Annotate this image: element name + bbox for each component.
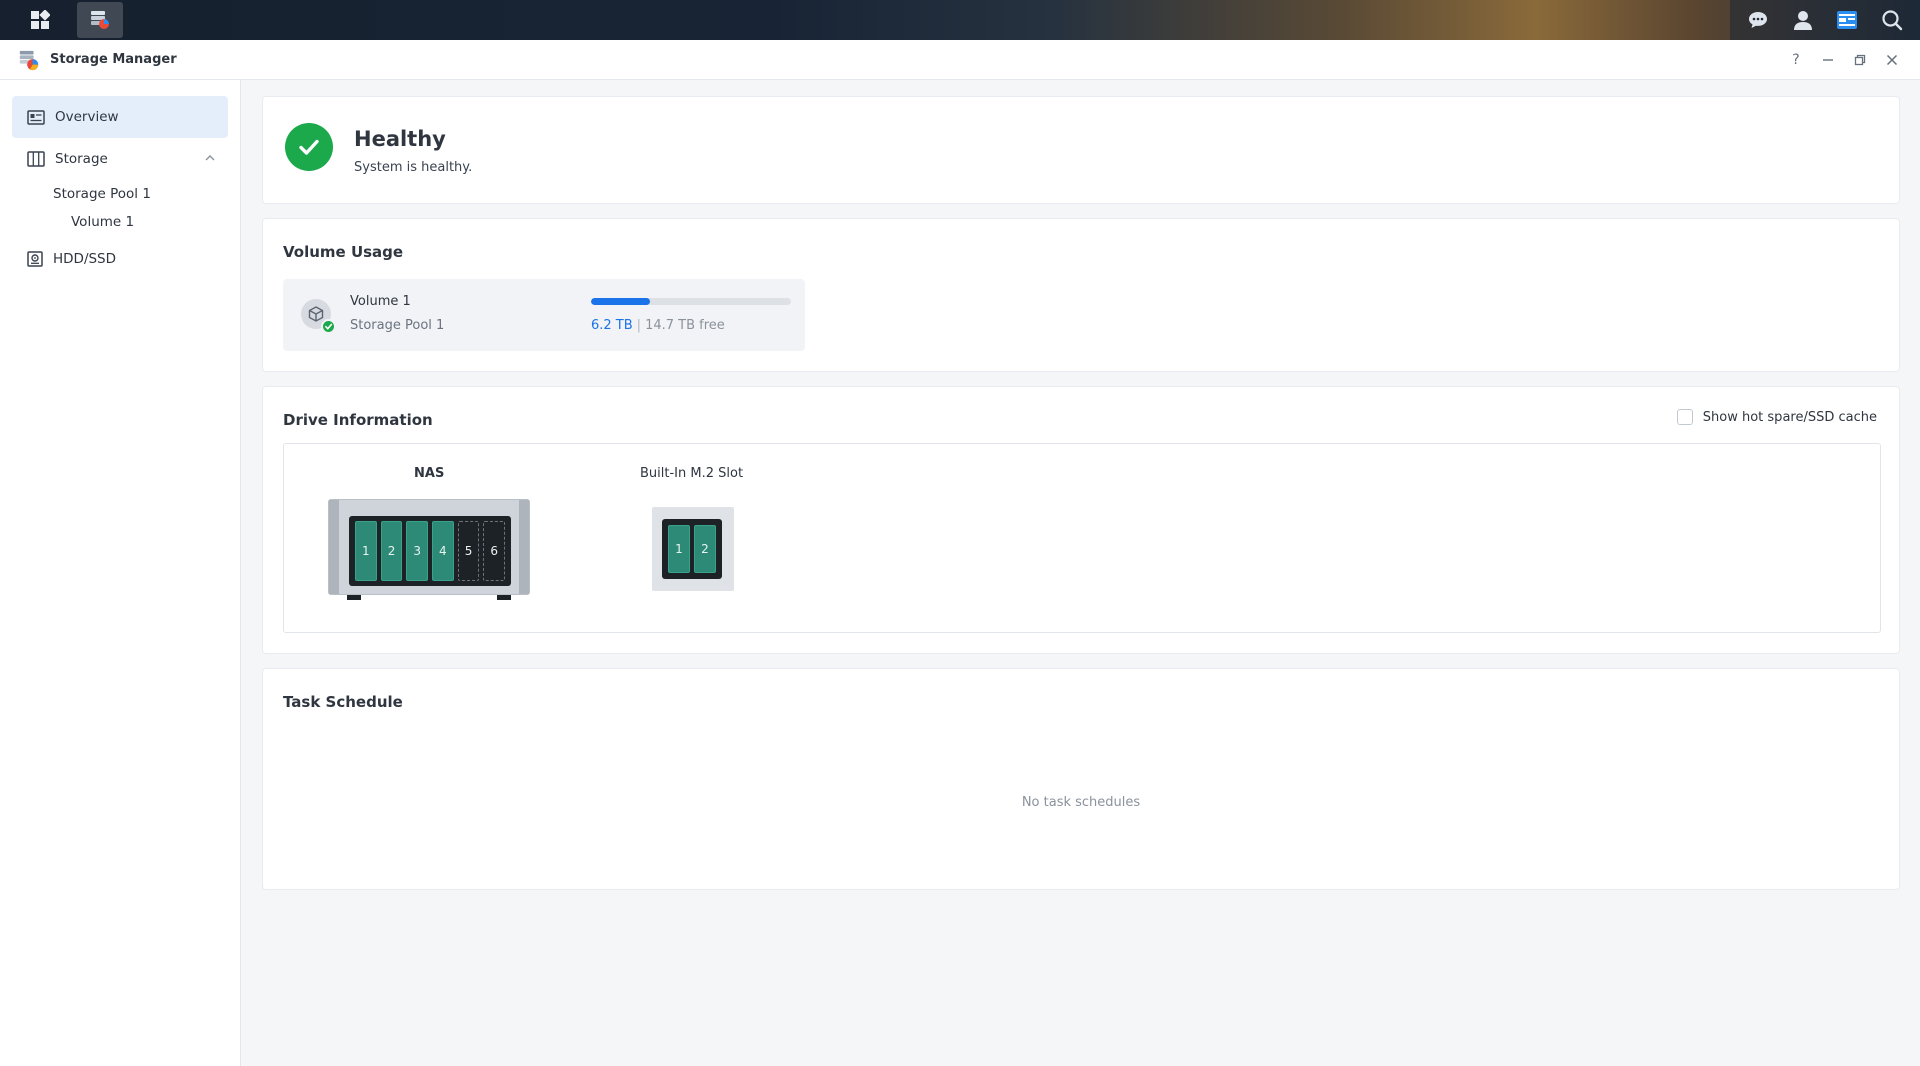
sidebar-item-label: Storage: [55, 151, 108, 167]
healthy-check-icon: [285, 123, 333, 171]
chevron-up-icon[interactable]: [204, 152, 216, 164]
close-button[interactable]: [1876, 44, 1908, 76]
minimize-button[interactable]: [1812, 44, 1844, 76]
m2-slots: 12: [662, 519, 722, 579]
main-content: Healthy System is healthy. Volume Usage …: [262, 96, 1900, 904]
help-button[interactable]: ?: [1780, 44, 1812, 76]
taskbar-left: [12, 0, 131, 40]
chassis-side: [329, 500, 339, 594]
widgets-icon: [1837, 11, 1858, 29]
system-health-card: Healthy System is healthy.: [262, 96, 1900, 204]
search-icon: [1882, 10, 1902, 31]
window-title: Storage Manager: [50, 52, 177, 67]
health-status: Healthy: [354, 127, 446, 151]
task-schedule-card: Task Schedule No task schedules: [262, 668, 1900, 890]
user-icon: [1793, 11, 1812, 30]
health-description: System is healthy.: [354, 160, 473, 175]
chassis-foot: [347, 595, 361, 600]
storage-manager-app-icon: [91, 11, 109, 29]
sidebar-item-storage[interactable]: Storage: [12, 138, 228, 180]
sidebar-item-overview[interactable]: Overview: [12, 96, 228, 138]
volume-usage-bar-fill: [591, 298, 651, 305]
sidebar-item-storage-pool-1[interactable]: Storage Pool 1: [0, 180, 240, 208]
restore-button[interactable]: [1844, 44, 1876, 76]
drive-information-card: Drive Information Show hot spare/SSD cac…: [262, 386, 1900, 654]
storage-manager-window: Storage Manager ? Overview Storage Stora…: [0, 40, 1920, 1066]
sidebar-item-label: Storage Pool 1: [53, 186, 151, 202]
no-tasks-message: No task schedules: [1021, 795, 1141, 810]
drive-bay-filled[interactable]: 3: [406, 521, 429, 581]
nas-label: NAS: [414, 466, 445, 481]
volume-pool-name: Storage Pool 1: [350, 318, 445, 333]
chat-bubble-icon: [1749, 12, 1768, 28]
volume-usage-stats: 6.2 TB | 14.7 TB free: [591, 318, 725, 333]
notifications-button[interactable]: [1745, 7, 1771, 33]
volume-free: 14.7 TB free: [645, 318, 725, 333]
hot-spare-label: Show hot spare/SSD cache: [1702, 409, 1877, 425]
volume-healthy-icon: [321, 319, 336, 334]
volume-usage-bar: [591, 298, 791, 305]
m2-slot-device[interactable]: 12: [652, 507, 734, 591]
drive-bay-filled[interactable]: 1: [355, 521, 377, 581]
storage-icon: [27, 151, 45, 167]
sidebar-item-label: Overview: [55, 109, 119, 125]
window-controls: ?: [1780, 40, 1908, 80]
drive-bay-filled[interactable]: 2: [380, 521, 403, 581]
hdd-icon: [27, 251, 43, 267]
nas-chassis[interactable]: 123456: [328, 499, 530, 600]
volume-usage-title: Volume Usage: [283, 243, 404, 261]
drive-bay-empty[interactable]: 6: [483, 521, 506, 581]
desktop-taskbar: [0, 0, 1920, 40]
restore-icon: [1854, 54, 1866, 66]
search-button[interactable]: [1879, 7, 1905, 33]
task-schedule-title: Task Schedule: [283, 693, 403, 711]
drive-diagram-panel: NAS 123456 Built-In M.2 Slot 12: [283, 443, 1881, 633]
m2-slot[interactable]: 2: [694, 525, 716, 573]
apps-grid-icon: [30, 10, 50, 29]
sidebar-item-label: Volume 1: [71, 214, 135, 230]
volume-stats-separator: |: [636, 318, 642, 333]
user-button[interactable]: [1790, 7, 1816, 33]
nas-drive-bays: 123456: [349, 516, 511, 586]
volume-usage-card: Volume Usage Volume 1 Storage Pool 1 6.2…: [262, 218, 1900, 372]
drive-information-title: Drive Information: [283, 411, 433, 429]
sidebar-item-hdd-ssd[interactable]: HDD/SSD: [12, 238, 228, 280]
m2-slot[interactable]: 1: [668, 525, 690, 573]
close-icon: [1886, 54, 1898, 66]
hot-spare-toggle[interactable]: Show hot spare/SSD cache: [1676, 409, 1877, 425]
volume-name: Volume 1: [350, 294, 411, 309]
drive-bay-filled[interactable]: 4: [432, 521, 454, 581]
hot-spare-checkbox[interactable]: [1676, 409, 1693, 425]
taskbar-right: [1730, 0, 1920, 40]
volume-used: 6.2 TB: [591, 318, 633, 333]
storage-manager-app-icon: [19, 50, 39, 70]
storage-manager-taskbar-button[interactable]: [77, 2, 123, 38]
widgets-button[interactable]: [1834, 7, 1860, 33]
window-titlebar: Storage Manager ?: [0, 40, 1920, 80]
overview-icon: [27, 109, 45, 125]
sidebar-item-label: HDD/SSD: [53, 251, 117, 267]
volume-usage-item[interactable]: Volume 1 Storage Pool 1 6.2 TB | 14.7 TB f…: [283, 279, 805, 351]
main-menu-button[interactable]: [12, 0, 67, 40]
minimize-icon: [1823, 59, 1833, 61]
m2-slot-label: Built-In M.2 Slot: [640, 466, 744, 481]
sidebar-item-volume-1[interactable]: Volume 1: [0, 208, 240, 236]
chassis-foot: [497, 595, 511, 600]
chassis-side: [519, 500, 529, 594]
sidebar: Overview Storage Storage Pool 1 Volume 1: [0, 80, 241, 1066]
drive-bay-empty[interactable]: 5: [457, 521, 480, 581]
